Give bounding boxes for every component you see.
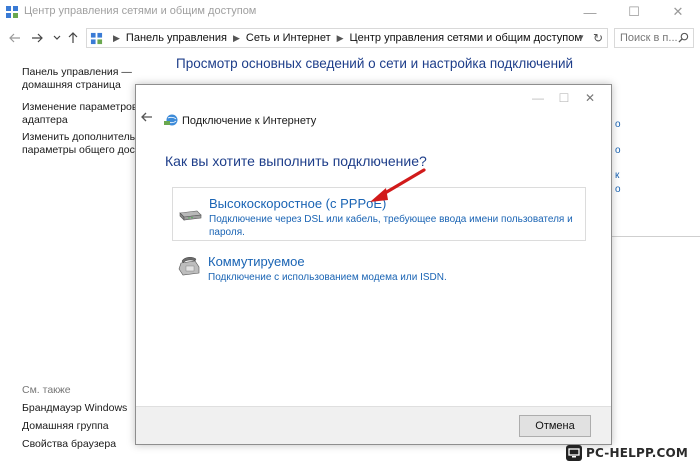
search-icon — [678, 32, 689, 43]
option-description: Подключение с использованием модема или … — [208, 272, 447, 283]
monitor-logo-icon — [566, 445, 582, 461]
page-title: Просмотр основных сведений о сети и наст… — [176, 56, 574, 71]
modem-icon — [179, 210, 202, 221]
dialog-footer: Отмена — [136, 406, 611, 444]
sidebar-item-firewall[interactable]: Брандмауэр Windows — [22, 402, 127, 415]
sidebar-item-browser-properties[interactable]: Свойства браузера — [22, 438, 116, 451]
back-button[interactable] — [6, 29, 24, 47]
internet-connection-icon — [164, 114, 178, 126]
watermark-text: PC-HELPP.COM — [586, 446, 689, 460]
address-dropdown-icon[interactable]: ▼ — [577, 33, 585, 42]
maximize-icon: ☐ — [558, 91, 570, 105]
breadcrumb: ▶ Панель управления ▶ Сеть и Интернет ▶ … — [107, 32, 582, 44]
maximize-icon: ☐ — [628, 4, 640, 19]
breadcrumb-item-network-internet[interactable]: Сеть и Интернет — [246, 32, 331, 44]
see-also-heading: См. также — [22, 384, 71, 396]
address-bar[interactable]: ▶ Панель управления ▶ Сеть и Интернет ▶ … — [86, 28, 608, 48]
background-link-fragment[interactable]: к — [615, 170, 619, 181]
divider — [612, 236, 700, 237]
close-icon: ✕ — [584, 91, 596, 105]
watermark-logo: PC-HELPP.COM — [566, 444, 698, 462]
up-button[interactable] — [64, 29, 82, 47]
chevron-down-icon — [53, 35, 61, 40]
breadcrumb-separator-icon: ▶ — [232, 32, 240, 43]
breadcrumb-item-control-panel[interactable]: Панель управления — [126, 32, 227, 44]
refresh-icon[interactable]: ↻ — [593, 31, 603, 45]
minimize-icon: — — [583, 4, 597, 20]
minimize-button[interactable]: — — [568, 0, 612, 24]
search-input[interactable]: Поиск в п... — [614, 28, 694, 48]
dialog-maximize-button[interactable]: ☐ — [553, 89, 575, 107]
background-link-fragment[interactable]: о — [615, 145, 621, 156]
search-placeholder: Поиск в п... — [620, 32, 678, 44]
background-link-fragment[interactable]: о — [615, 184, 621, 195]
network-center-icon — [90, 32, 103, 45]
dialog-minimize-button[interactable]: — — [527, 89, 549, 107]
dialog-back-button[interactable] — [141, 111, 153, 126]
option-description: Подключение через DSL или кабель, требую… — [209, 214, 573, 238]
sidebar-item-adapter-settings[interactable]: Изменение параметров адаптера — [22, 101, 137, 127]
breadcrumb-separator-icon: ▶ — [113, 32, 120, 43]
background-link-fragment[interactable]: о — [615, 119, 621, 130]
minimize-icon: — — [532, 91, 544, 105]
breadcrumb-separator-icon: ▶ — [336, 32, 344, 43]
connect-to-internet-dialog: — ☐ ✕ Подключение к Интернету Как вы хот… — [135, 84, 612, 445]
sidebar-item-homegroup[interactable]: Домашняя группа — [22, 420, 109, 433]
sidebar-item-control-panel-home[interactable]: Панель управления — домашняя страница — [22, 66, 132, 92]
option-title: Коммутируемое — [208, 254, 305, 269]
back-arrow-icon — [141, 112, 152, 122]
network-center-icon — [6, 6, 18, 18]
up-arrow-icon — [68, 32, 78, 43]
window-title-bar: Центр управления сетями и общим доступом… — [0, 0, 700, 24]
forward-arrow-icon — [32, 33, 43, 43]
close-button[interactable]: ✕ — [656, 0, 700, 24]
dialup-phone-icon — [178, 257, 200, 276]
dialog-close-button[interactable]: ✕ — [579, 89, 601, 107]
breadcrumb-item-network-center[interactable]: Центр управления сетями и общим доступом — [350, 32, 582, 44]
maximize-button[interactable]: ☐ — [612, 0, 656, 24]
window-title: Центр управления сетями и общим доступом — [24, 5, 257, 17]
navigation-bar: ▶ Панель управления ▶ Сеть и Интернет ▶ … — [0, 26, 700, 50]
dialog-title: Подключение к Интернету — [182, 115, 317, 127]
red-arrow-annotation-icon — [370, 168, 426, 202]
back-arrow-icon — [9, 33, 20, 43]
close-icon: ✕ — [672, 4, 684, 19]
option-dialup[interactable]: Коммутируемое Подключение с использовани… — [172, 253, 586, 289]
cancel-button[interactable]: Отмена — [519, 415, 591, 437]
forward-button[interactable] — [28, 29, 46, 47]
